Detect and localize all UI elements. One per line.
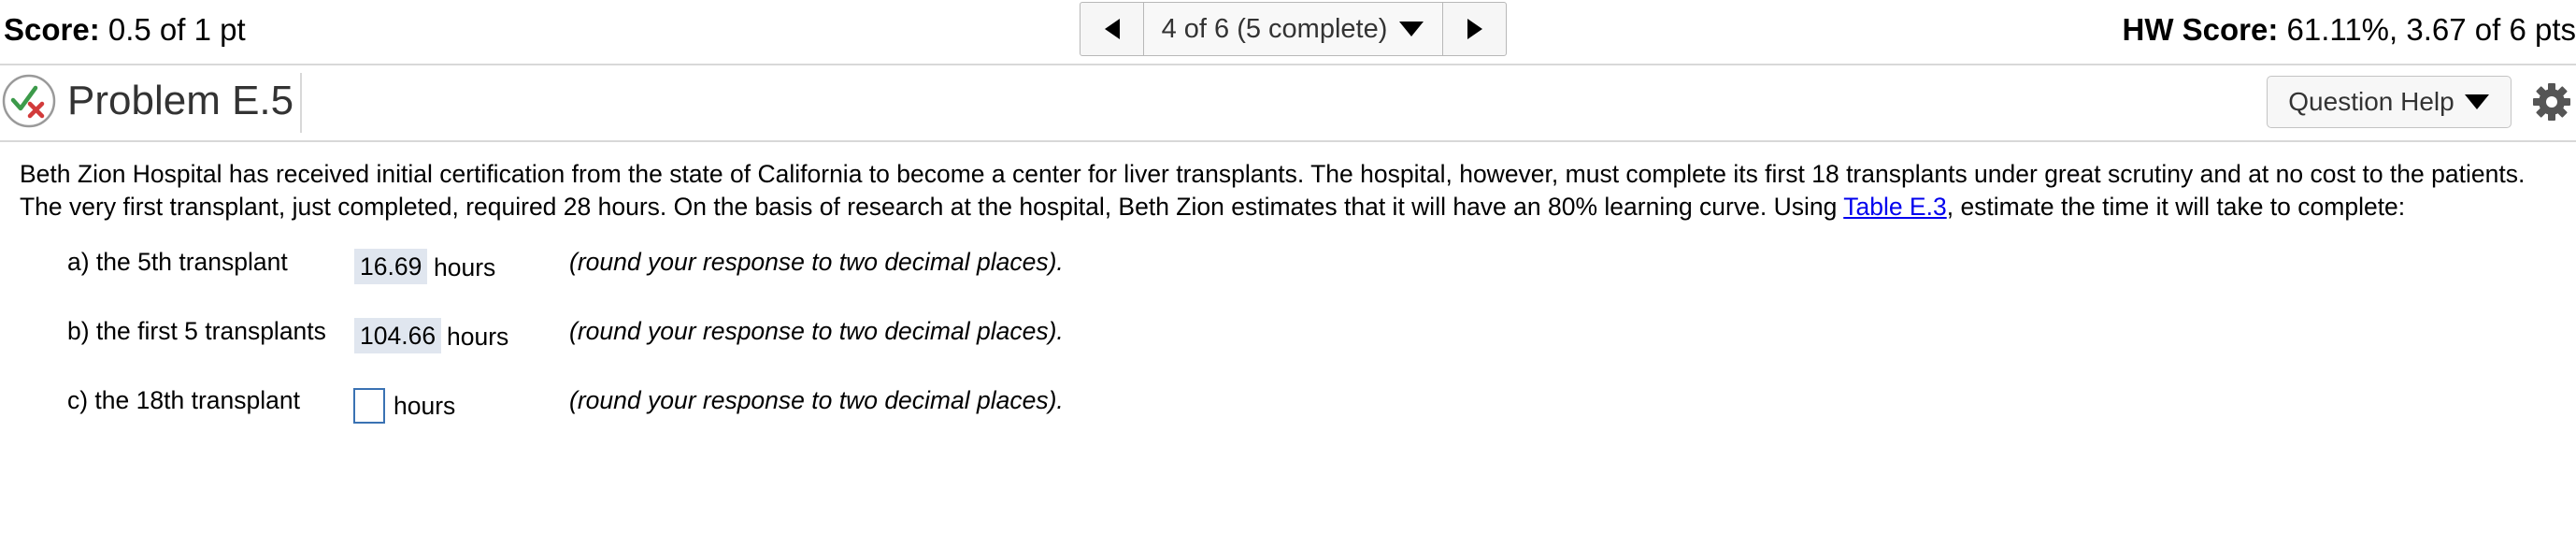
table-e3-link[interactable]: Table E.3 xyxy=(1843,193,1947,221)
part-c-label: c) the 18th transplant xyxy=(67,386,300,414)
hw-score-value: 61.11%, 3.67 of 6 pts xyxy=(2286,12,2576,47)
score-value: 0.5 of 1 pt xyxy=(107,12,246,47)
question-pager: 4 of 6 (5 complete) xyxy=(1080,2,1507,56)
question-text-after: , estimate the time it will take to comp… xyxy=(1946,193,2406,221)
previous-question-button[interactable] xyxy=(1080,3,1144,55)
hw-score-display: HW Score: 61.11%, 3.67 of 6 pts xyxy=(2123,11,2576,49)
chevron-down-icon xyxy=(2464,94,2489,109)
part-c-row: c) the 18th transplant hours (round your… xyxy=(0,379,2576,425)
problem-header: Problem E.5 Question Help xyxy=(0,65,2576,140)
top-bar: Score: 0.5 of 1 pt 4 of 6 (5 complete) H… xyxy=(0,0,2576,62)
next-question-button[interactable] xyxy=(1442,3,1506,55)
gear-icon[interactable] xyxy=(2532,82,2571,122)
triangle-right-icon xyxy=(1467,19,1482,39)
part-a-row: a) the 5th transplant 16.69 hours (round… xyxy=(0,240,2576,287)
pager-text: 4 of 6 (5 complete) xyxy=(1161,13,1388,44)
part-c-units: hours xyxy=(394,392,456,420)
part-b-label: b) the first 5 transplants xyxy=(67,317,326,345)
part-a-answer[interactable]: 16.69 xyxy=(354,249,428,284)
title-separator xyxy=(300,73,302,133)
partial-credit-check-x-icon xyxy=(2,74,56,128)
score-label: Score: xyxy=(4,12,100,47)
question-text: Beth Zion Hospital has received initial … xyxy=(20,158,2567,223)
problem-title: Problem E.5 xyxy=(67,78,294,123)
question-help-button[interactable]: Question Help xyxy=(2267,76,2512,128)
part-c-answer-input[interactable] xyxy=(353,388,385,424)
part-b-units: hours xyxy=(447,323,509,351)
triangle-left-icon xyxy=(1104,19,1120,39)
problem-divider xyxy=(0,140,2576,142)
part-a-label: a) the 5th transplant xyxy=(67,248,288,276)
question-select-dropdown[interactable]: 4 of 6 (5 complete) xyxy=(1144,3,1442,55)
part-b-row: b) the first 5 transplants 104.66 hours … xyxy=(0,310,2576,356)
part-c-hint: (round your response to two decimal plac… xyxy=(569,386,1064,414)
part-b-hint: (round your response to two decimal plac… xyxy=(569,317,1064,345)
question-help-label: Question Help xyxy=(2288,87,2454,116)
chevron-down-icon xyxy=(1399,22,1424,36)
part-b-answer[interactable]: 104.66 xyxy=(354,318,442,353)
score-display: Score: 0.5 of 1 pt xyxy=(4,11,246,49)
part-a-units: hours xyxy=(434,253,496,281)
hw-score-label: HW Score: xyxy=(2122,12,2279,47)
part-a-hint: (round your response to two decimal plac… xyxy=(569,248,1064,276)
